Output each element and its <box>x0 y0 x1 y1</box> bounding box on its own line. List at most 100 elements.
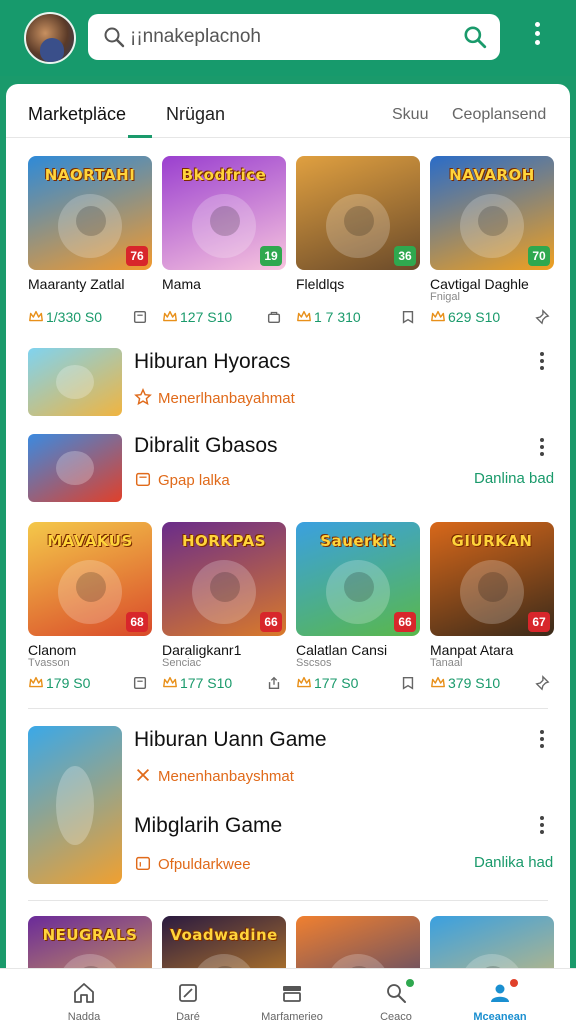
pin-icon[interactable] <box>534 675 550 691</box>
notification-dot <box>406 979 414 987</box>
rating-badge: 76 <box>126 246 148 266</box>
search-bar[interactable] <box>88 14 500 60</box>
game-logo-text: NAVAROH <box>449 166 535 184</box>
game-thumbnail[interactable]: Bkodfrice 19 <box>162 156 286 270</box>
game-name: Calatlan Cansi <box>296 642 388 658</box>
thumbnail-art <box>344 206 374 236</box>
game-price: 177 S10 <box>180 675 233 691</box>
search-input[interactable] <box>130 20 440 54</box>
bookmark-icon[interactable] <box>400 309 416 325</box>
game-logo-text: NEUGRALS <box>42 926 138 944</box>
tab-second[interactable]: Nrügan <box>166 104 225 125</box>
nav-item-label: Marfamerieo <box>261 1011 323 1023</box>
list-thumbnail[interactable] <box>28 434 122 502</box>
game-card[interactable]: MAVAKUS 68 Clanom Tvasson 179 S0 <box>28 522 152 695</box>
thumbnail-art <box>210 572 240 602</box>
bookmark-icon[interactable] <box>400 675 416 691</box>
game-logo-text: MAVAKUS <box>47 532 133 550</box>
game-logo-text: Voadwadine <box>170 926 278 944</box>
game-thumbnail[interactable]: NAORTAHI 76 <box>28 156 152 270</box>
game-name: Cavtigal Daghle <box>430 276 529 292</box>
content-panel: Marketpläce Nrügan Skuu Ceoplansend NAOR… <box>6 84 570 1024</box>
tab-marketplace[interactable]: Marketpläce <box>28 104 126 125</box>
game-subtitle <box>28 291 152 303</box>
nav-item-profile[interactable]: Mceanean <box>452 969 548 1024</box>
tab-right-2[interactable]: Ceoplansend <box>452 106 546 124</box>
list-action-link[interactable]: Danlina bad <box>474 470 554 487</box>
game-card[interactable]: Sauerkit 66 Calatlan Cansi Sscsos 177 S0 <box>296 522 420 695</box>
game-meta: 179 S0 <box>28 673 152 695</box>
more-options-icon[interactable] <box>534 730 550 754</box>
list-thumbnail[interactable] <box>28 348 122 416</box>
pin-icon[interactable] <box>534 309 550 325</box>
game-card[interactable]: HORKPAS 66 Daraligkanr1 Senciac 177 S10 <box>162 522 286 695</box>
game-thumbnail[interactable]: HORKPAS 66 <box>162 522 286 636</box>
rating-badge: 19 <box>260 246 282 266</box>
game-subtitle: Fnigal <box>430 291 460 303</box>
game-logo-text: HORKPAS <box>181 532 266 550</box>
featured-subtitle: Menenhanbayshmat <box>134 766 294 785</box>
game-thumbnail[interactable]: Sauerkit 66 <box>296 522 420 636</box>
featured-thumbnail[interactable] <box>28 726 122 884</box>
game-price: 127 S10 <box>180 309 233 325</box>
game-card[interactable]: NAORTAHI 76 Maaranty Zatlal 1/330 S0 <box>28 156 152 329</box>
divider <box>28 900 548 901</box>
game-subtitle <box>162 291 286 303</box>
game-logo-text: Sauerkit <box>320 532 396 550</box>
nav-item-label: Ceaco <box>380 1011 412 1023</box>
game-thumbnail[interactable]: 36 <box>296 156 420 270</box>
more-options-icon[interactable] <box>534 438 550 462</box>
nav-item-home[interactable]: Nadda <box>36 969 132 1024</box>
game-name: Maaranty Zatlal <box>28 276 125 292</box>
featured-item[interactable]: Hiburan Uann Game Menenhanbayshmat Mibgl… <box>28 726 553 886</box>
search-icon <box>387 984 406 1003</box>
game-meta: 127 S10 <box>162 307 286 329</box>
game-card[interactable]: Bkodfrice 19 Mama 127 S10 <box>162 156 286 329</box>
list-item[interactable]: Dibralit Gbasos Gpap lalka Danlina bad <box>28 434 554 504</box>
rating-badge: 66 <box>260 612 282 632</box>
game-price: 379 S10 <box>448 675 501 691</box>
game-subtitle: Tvasson <box>28 657 70 669</box>
list-item[interactable]: Hiburan Hyoracs Menerlhanbayahmat <box>28 348 552 418</box>
share-icon[interactable] <box>266 675 282 691</box>
game-name: Fleldlqs <box>296 276 345 292</box>
game-thumbnail[interactable]: GIURKAN 67 <box>430 522 554 636</box>
bag-icon[interactable] <box>266 309 282 325</box>
avatar[interactable] <box>24 12 76 64</box>
search-submit-icon[interactable] <box>462 24 488 50</box>
notification-dot <box>510 979 518 987</box>
nav-item-edit[interactable]: Daré <box>140 969 236 1024</box>
game-price: 1/330 S0 <box>46 309 103 325</box>
rating-badge: 70 <box>528 246 550 266</box>
divider <box>28 708 548 709</box>
home-icon <box>74 983 94 1003</box>
featured-subtitle-2: Ofpuldarkwee <box>134 854 251 873</box>
square-icon[interactable] <box>132 309 148 325</box>
square-icon[interactable] <box>132 675 148 691</box>
list-item-title: Hiburan Hyoracs <box>134 350 291 373</box>
game-meta: 1/330 S0 <box>28 307 152 329</box>
tools-icon <box>136 768 150 782</box>
game-name: Mama <box>162 276 201 292</box>
crown-icon <box>29 310 43 322</box>
more-options-icon[interactable] <box>534 352 550 376</box>
tab-right-1[interactable]: Skuu <box>392 106 428 124</box>
search-icon <box>104 27 125 48</box>
nav-item-label: Mceanean <box>473 1011 527 1023</box>
nav-item-store[interactable]: Marfamerieo <box>244 969 340 1024</box>
calendar-icon <box>135 856 151 871</box>
nav-item-search[interactable]: Ceaco <box>348 969 444 1024</box>
game-price: 177 S0 <box>314 675 359 691</box>
game-card[interactable]: GIURKAN 67 Manpat Atara Tanaal 379 S10 <box>430 522 554 695</box>
game-card[interactable]: NAVAROH 70 Cavtigal Daghle Fnigal 629 S10 <box>430 156 554 329</box>
game-price: 629 S10 <box>448 309 501 325</box>
game-thumbnail[interactable]: MAVAKUS 68 <box>28 522 152 636</box>
tab-bar: Marketpläce Nrügan Skuu Ceoplansend <box>6 84 570 138</box>
overflow-menu-icon[interactable] <box>526 22 548 54</box>
featured-action-link[interactable]: Danlika had <box>474 854 553 871</box>
game-thumbnail[interactable]: NAVAROH 70 <box>430 156 554 270</box>
featured-title: Hiburan Uann Game <box>134 728 327 751</box>
game-card[interactable]: 36 Fleldlqs 1 7 310 <box>296 156 420 329</box>
thumbnail-art <box>478 572 508 602</box>
more-options-icon[interactable] <box>534 816 550 840</box>
